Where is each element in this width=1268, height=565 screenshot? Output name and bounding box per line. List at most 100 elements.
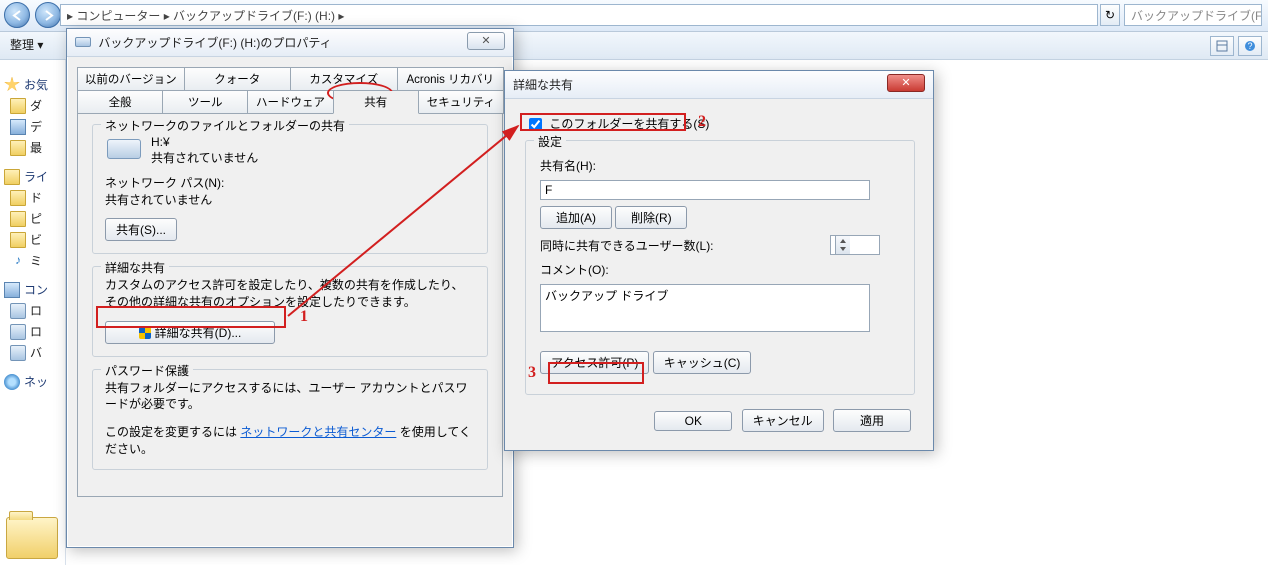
tab-acronis[interactable]: Acronis リカバリ — [397, 67, 505, 91]
sidebar-item[interactable]: 最 — [0, 137, 65, 158]
network-share-group: ネットワークのファイルとフォルダーの共有 H:¥ 共有されていません ネットワー… — [92, 124, 488, 254]
share-button[interactable]: 共有(S)... — [105, 218, 177, 241]
annotation-number-1: 1 — [300, 308, 308, 326]
tab-previous-versions[interactable]: 以前のバージョン — [77, 67, 185, 91]
remove-button[interactable]: 削除(R) — [615, 206, 687, 229]
adv-title: 詳細な共有 — [513, 78, 573, 92]
password-group: パスワード保護 共有フォルダーにアクセスするには、ユーザー アカウントとパスワー… — [92, 369, 488, 471]
address-bar[interactable]: ▸ コンピューター ▸ バックアップドライブ(F:) (H:) ▸ — [60, 4, 1098, 26]
tab-tools[interactable]: ツール — [162, 91, 248, 114]
sidebar-item[interactable]: ダ — [0, 95, 65, 116]
close-button[interactable]: ✕ — [887, 74, 925, 92]
apply-button[interactable]: 適用 — [833, 409, 911, 432]
tab-security[interactable]: セキュリティ — [418, 91, 504, 114]
comment-label: コメント(O): — [540, 261, 900, 278]
back-button[interactable] — [4, 2, 30, 28]
drive-icon — [75, 37, 91, 47]
sidebar-item[interactable]: ロ — [0, 300, 65, 321]
network-center-link[interactable]: ネットワークと共有センター — [240, 425, 396, 439]
group-title: ネットワークのファイルとフォルダーの共有 — [101, 117, 349, 134]
sidebar-item[interactable]: ビ — [0, 229, 65, 250]
cancel-button[interactable]: キャンセル — [742, 409, 824, 432]
sharing-sheet: ネットワークのファイルとフォルダーの共有 H:¥ 共有されていません ネットワー… — [77, 114, 503, 497]
share-folder-checkbox[interactable]: このフォルダーを共有する(S) — [525, 117, 709, 131]
library-icon — [4, 169, 20, 185]
share-state: 共有されていません — [151, 149, 258, 166]
search-box[interactable]: バックアップドライブ(F:) — [1124, 4, 1262, 26]
properties-dialog: バックアップドライブ(F:) (H:)のプロパティ ✕ 以前のバージョン クォー… — [66, 28, 514, 548]
ok-button[interactable]: OK — [654, 411, 732, 431]
sidebar-computer-head[interactable]: コン — [0, 279, 65, 300]
spin-arrows-icon[interactable] — [835, 236, 850, 254]
tab-hardware[interactable]: ハードウェア — [247, 91, 333, 114]
tab-quota[interactable]: クォータ — [184, 67, 292, 91]
sidebar-favorites-head[interactable]: お気 — [0, 74, 65, 95]
folder-icon — [10, 211, 26, 227]
folder-icon — [10, 98, 26, 114]
sidebar-item[interactable]: デ — [0, 116, 65, 137]
recent-icon — [10, 140, 26, 156]
organize-button[interactable]: 整理 ▾ — [0, 32, 53, 57]
forward-button[interactable] — [35, 2, 61, 28]
settings-legend: 設定 — [534, 133, 566, 150]
users-label: 同時に共有できるユーザー数(L): — [540, 237, 714, 254]
help-button[interactable]: ? — [1238, 36, 1262, 56]
drive-icon — [10, 345, 26, 361]
sidebar-item[interactable]: バ — [0, 342, 65, 363]
network-path-label: ネットワーク パス(N): — [105, 174, 475, 191]
advanced-share-desc: カスタムのアクセス許可を設定したり、複数の共有を作成したり、その他の詳細な共有の… — [105, 277, 475, 311]
annotation-number-2: 2 — [698, 113, 706, 131]
group-title: パスワード保護 — [101, 362, 193, 379]
dialog-actions: OK キャンセル 適用 — [525, 395, 915, 436]
tab-sharing[interactable]: 共有 — [333, 91, 419, 114]
tab-customize[interactable]: カスタマイズ — [290, 67, 398, 91]
music-icon: ♪ — [10, 253, 26, 269]
nav-buttons — [4, 2, 61, 28]
close-button[interactable]: ✕ — [467, 32, 505, 50]
folder-icon — [10, 232, 26, 248]
folder-icon — [10, 190, 26, 206]
add-button[interactable]: 追加(A) — [540, 206, 612, 229]
drive-icon — [10, 324, 26, 340]
share-folder-check-input[interactable] — [529, 118, 542, 131]
advanced-sharing-dialog: 詳細な共有 ✕ このフォルダーを共有する(S) 設定 共有名(H): 追加(A)… — [504, 70, 934, 451]
network-icon — [4, 374, 20, 390]
adv-titlebar[interactable]: 詳細な共有 ✕ — [505, 71, 933, 99]
drive-icon — [10, 303, 26, 319]
sidebar-item[interactable]: ド — [0, 187, 65, 208]
share-name-input[interactable] — [540, 180, 870, 200]
cache-button[interactable]: キャッシュ(C) — [653, 351, 752, 374]
sidebar-network-head[interactable]: ネッ — [0, 371, 65, 392]
properties-titlebar[interactable]: バックアップドライブ(F:) (H:)のプロパティ ✕ — [67, 29, 513, 57]
explorer-sidebar: お気 ダ デ 最 ライ ド ピ ビ ♪ミ コン ロ ロ バ ネッ — [0, 60, 66, 565]
annotation-number-3: 3 — [528, 364, 536, 382]
computer-icon — [4, 282, 20, 298]
view-button[interactable] — [1210, 36, 1234, 56]
tab-general[interactable]: 全般 — [77, 91, 163, 114]
advanced-share-button[interactable]: 詳細な共有(D)... — [105, 321, 275, 344]
adv-body: このフォルダーを共有する(S) 設定 共有名(H): 追加(A) 削除(R) 同… — [505, 99, 933, 450]
share-path: H:¥ — [151, 135, 258, 149]
password-line1: 共有フォルダーにアクセスするには、ユーザー アカウントとパスワードが必要です。 — [105, 380, 475, 414]
sidebar-libraries-head[interactable]: ライ — [0, 166, 65, 187]
star-icon — [4, 77, 20, 93]
permissions-button[interactable]: アクセス許可(P) — [540, 351, 649, 374]
sidebar-item[interactable]: ロ — [0, 321, 65, 342]
comment-input[interactable] — [540, 284, 870, 332]
drive-icon — [107, 139, 141, 159]
share-name-label: 共有名(H): — [540, 157, 900, 174]
group-title: 詳細な共有 — [101, 259, 169, 276]
sidebar-item[interactable]: ♪ミ — [0, 250, 65, 271]
svg-text:?: ? — [1247, 41, 1252, 51]
properties-title: バックアップドライブ(F:) (H:)のプロパティ — [98, 36, 331, 50]
advanced-share-group: 詳細な共有 カスタムのアクセス許可を設定したり、複数の共有を作成したり、その他の… — [92, 266, 488, 357]
desktop-icon — [10, 119, 26, 135]
users-spinbox[interactable]: 20 — [830, 235, 880, 255]
sidebar-item[interactable]: ピ — [0, 208, 65, 229]
refresh-button[interactable]: ↻ — [1100, 4, 1120, 26]
settings-fieldset: 設定 共有名(H): 追加(A) 削除(R) 同時に共有できるユーザー数(L):… — [525, 140, 915, 395]
toolbar-right: ? — [1210, 36, 1262, 56]
big-folder-icon[interactable] — [6, 517, 58, 559]
tab-area: 以前のバージョン クォータ カスタマイズ Acronis リカバリ 全般 ツール… — [67, 57, 513, 497]
network-path-value: 共有されていません — [105, 191, 475, 208]
